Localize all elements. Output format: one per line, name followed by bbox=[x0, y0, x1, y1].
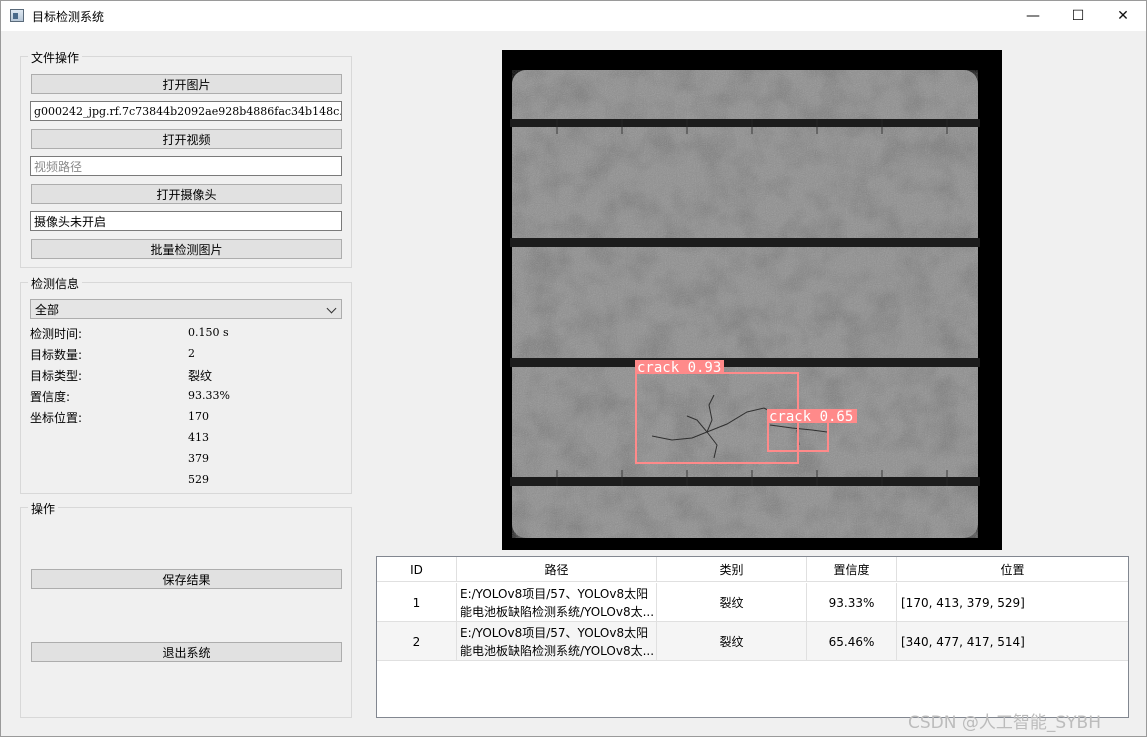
cell-id: 1 bbox=[377, 583, 457, 622]
cell-id: 2 bbox=[377, 622, 457, 661]
cell-path-line2: 能电池板缺陷检测系统/YOLOv8太... bbox=[460, 643, 654, 658]
exit-system-button[interactable]: 退出系统 bbox=[31, 642, 342, 662]
target-select[interactable]: 全部 bbox=[30, 299, 342, 319]
table-header: ID 路径 类别 置信度 位置 bbox=[377, 557, 1128, 582]
camera-status-field[interactable]: 摄像头未开启 bbox=[30, 211, 342, 231]
image-path-field[interactable]: g000242_jpg.rf.7c73844b2092ae928b4886fac… bbox=[30, 101, 342, 121]
file-ops-title: 文件操作 bbox=[28, 49, 83, 66]
title-bar: 目标检测系统 — ☐ ✕ bbox=[1, 1, 1146, 31]
type-label: 目标类型: bbox=[30, 369, 83, 383]
open-video-button[interactable]: 打开视频 bbox=[31, 129, 342, 149]
detect-info-title: 检测信息 bbox=[28, 275, 83, 292]
main-window: 目标检测系统 — ☐ ✕ 文件操作 打开图片 g000242_jpg.rf.7c… bbox=[0, 0, 1147, 737]
watermark: CSDN @人工智能_SYBH bbox=[908, 713, 1101, 733]
save-result-button[interactable]: 保存结果 bbox=[31, 569, 342, 589]
open-image-button[interactable]: 打开图片 bbox=[31, 74, 342, 94]
detection-label-1: crack 0.93 bbox=[637, 360, 721, 376]
ops-title: 操作 bbox=[28, 500, 59, 517]
batch-detect-button[interactable]: 批量检测图片 bbox=[31, 239, 342, 259]
detection-image: crack 0.93 crack 0.65 bbox=[502, 50, 1002, 550]
time-label: 检测时间: bbox=[30, 327, 83, 341]
time-value: 0.150 s bbox=[188, 326, 229, 339]
header-position[interactable]: 位置 bbox=[897, 557, 1128, 582]
ops-group: 操作 保存结果 退出系统 bbox=[20, 500, 352, 718]
position-ymin: 413 bbox=[188, 431, 209, 444]
position-xmax: 379 bbox=[188, 452, 209, 465]
chevron-down-icon bbox=[326, 303, 337, 314]
header-confidence[interactable]: 置信度 bbox=[807, 557, 897, 582]
table-row[interactable]: 2 E:/YOLOv8项目/57、YOLOv8太阳 能电池板缺陷检测系统/YOL… bbox=[377, 622, 1128, 661]
target-select-value: 全部 bbox=[35, 302, 60, 317]
count-label: 目标数量: bbox=[30, 348, 83, 362]
cell-confidence: 65.46% bbox=[807, 622, 897, 661]
app-icon bbox=[10, 9, 24, 22]
minimize-button[interactable]: — bbox=[1010, 1, 1056, 31]
header-id[interactable]: ID bbox=[377, 557, 457, 582]
position-xmin: 170 bbox=[188, 410, 209, 423]
cell-confidence: 93.33% bbox=[807, 583, 897, 622]
window-title: 目标检测系统 bbox=[32, 10, 105, 24]
cell-path-line1: E:/YOLOv8项目/57、YOLOv8太阳 bbox=[460, 625, 649, 640]
cell-path-line2: 能电池板缺陷检测系统/YOLOv8太... bbox=[460, 604, 654, 619]
open-camera-button[interactable]: 打开摄像头 bbox=[31, 184, 342, 204]
header-class[interactable]: 类别 bbox=[657, 557, 807, 582]
video-path-field[interactable]: 视频路径 bbox=[30, 156, 342, 176]
cell-path-line1: E:/YOLOv8项目/57、YOLOv8太阳 bbox=[460, 586, 649, 601]
cell-class: 裂纹 bbox=[657, 583, 807, 622]
close-button[interactable]: ✕ bbox=[1100, 1, 1146, 31]
confidence-value: 93.33% bbox=[188, 389, 230, 402]
file-ops-group: 文件操作 打开图片 g000242_jpg.rf.7c73844b2092ae9… bbox=[20, 49, 352, 268]
position-label: 坐标位置: bbox=[30, 411, 83, 425]
detect-info-group: 检测信息 全部 检测时间: 0.150 s 目标数量: 2 目标类型: 裂纹 置… bbox=[20, 275, 352, 494]
results-table[interactable]: ID 路径 类别 置信度 位置 1 E:/YOLOv8项目/57、YOLOv8太… bbox=[376, 556, 1129, 718]
header-path[interactable]: 路径 bbox=[457, 557, 657, 582]
detection-label-2: crack 0.65 bbox=[769, 409, 853, 425]
cell-class: 裂纹 bbox=[657, 622, 807, 661]
cell-position: [340, 477, 417, 514] bbox=[901, 634, 1025, 649]
table-row[interactable]: 1 E:/YOLOv8项目/57、YOLOv8太阳 能电池板缺陷检测系统/YOL… bbox=[377, 583, 1128, 622]
count-value: 2 bbox=[188, 347, 195, 360]
cell-path: E:/YOLOv8项目/57、YOLOv8太阳 能电池板缺陷检测系统/YOLOv… bbox=[457, 622, 657, 661]
type-value: 裂纹 bbox=[188, 369, 213, 383]
confidence-label: 置信度: bbox=[30, 390, 71, 404]
cell-position: [170, 413, 379, 529] bbox=[901, 595, 1025, 610]
position-ymax: 529 bbox=[188, 473, 209, 486]
cell-path: E:/YOLOv8项目/57、YOLOv8太阳 能电池板缺陷检测系统/YOLOv… bbox=[457, 583, 657, 622]
maximize-button[interactable]: ☐ bbox=[1055, 1, 1101, 31]
solar-panel-image: crack 0.93 crack 0.65 bbox=[502, 50, 1002, 550]
